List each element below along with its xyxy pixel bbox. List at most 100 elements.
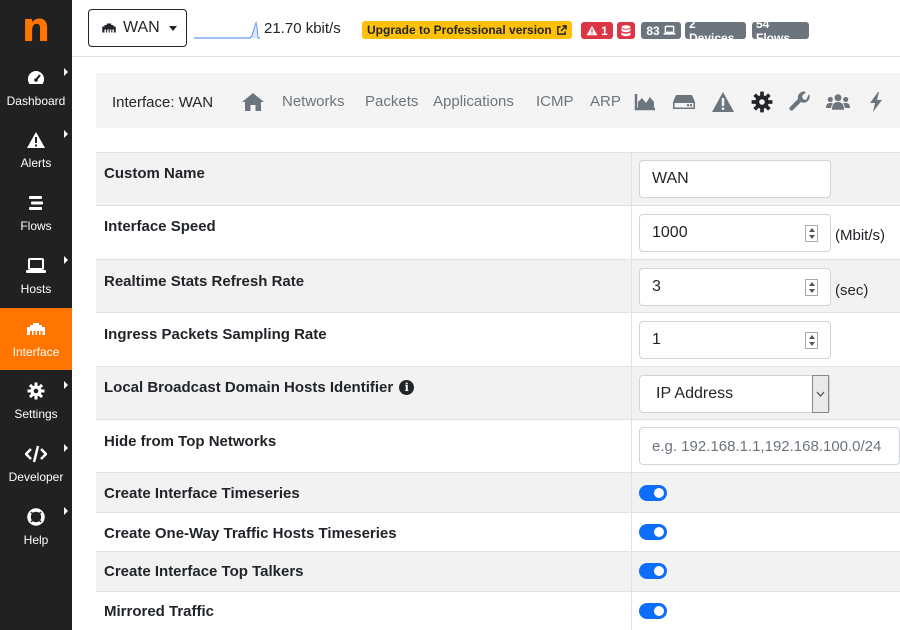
users-icon[interactable] [826, 90, 850, 114]
ethernet-icon [25, 318, 47, 340]
mirrored-traffic-toggle[interactable] [639, 603, 667, 619]
lifebuoy-icon [25, 506, 47, 528]
bolt-icon[interactable] [864, 90, 888, 114]
chevron-down-icon [812, 375, 829, 413]
external-link-icon [556, 24, 567, 36]
warning-icon [586, 25, 598, 36]
upgrade-button[interactable]: Upgrade to Professional version [362, 21, 572, 39]
home-icon[interactable] [241, 90, 265, 114]
top-bar: WAN 21.70 kbit/s Upgrade to Professional… [72, 0, 900, 57]
sidebar-item-settings[interactable]: Settings [0, 370, 72, 432]
number-spinner-icon[interactable] [805, 225, 818, 242]
sidebar-item-dashboard[interactable]: Dashboard [0, 57, 72, 119]
setting-label: Create Interface Top Talkers [104, 563, 304, 580]
wrench-icon[interactable] [788, 90, 812, 114]
chevron-down-icon [168, 25, 177, 31]
refresh-rate-input[interactable]: 3 [639, 268, 831, 306]
hide-networks-input[interactable]: e.g. 192.168.1.1,192.168.100.0/24 [639, 427, 900, 465]
setting-label: Local Broadcast Domain Hosts Identifier i [104, 379, 415, 396]
chart-area-icon[interactable] [633, 90, 657, 114]
top-talkers-toggle[interactable] [639, 563, 667, 579]
speed-unit: (Mbit/s) [835, 227, 885, 244]
sidebar-item-label: Interface [12, 345, 60, 359]
sidebar-item-alerts[interactable]: Alerts [0, 119, 72, 181]
hosts-badge[interactable]: 83 [641, 22, 681, 39]
number-spinner-icon[interactable] [805, 279, 818, 296]
setting-label: Hide from Top Networks [104, 433, 277, 450]
sidebar-item-label: Alerts [20, 156, 52, 170]
flows-badge[interactable]: 54 Flows [752, 17, 809, 45]
submenu-caret-icon [64, 68, 68, 76]
database-icon [621, 24, 631, 37]
alerts-badge[interactable]: 1 [581, 22, 613, 39]
interface-selector[interactable]: WAN [88, 9, 187, 47]
sidebar-item-interface[interactable]: Interface [0, 308, 72, 370]
tab-applications[interactable]: Applications [433, 93, 514, 110]
refresh-rate-unit: (sec) [835, 282, 869, 299]
sidebar-item-label: Developer [8, 470, 64, 484]
interface-timeseries-toggle[interactable] [639, 485, 667, 501]
gear-icon[interactable] [750, 90, 774, 114]
number-spinner-icon[interactable] [805, 332, 818, 349]
sidebar-item-label: Hosts [20, 282, 52, 296]
page-title: Interface: WAN [112, 94, 214, 111]
upgrade-label: Upgrade to Professional version [367, 23, 552, 37]
custom-name-input[interactable]: WAN [639, 160, 831, 198]
setting-row-sampling-rate: Ingress Packets Sampling Rate 1 [96, 313, 900, 367]
submenu-caret-icon [64, 507, 68, 515]
setting-row-interface-timeseries: Create Interface Timeseries [96, 473, 900, 513]
tab-networks[interactable]: Networks [282, 93, 345, 110]
setting-label: Create One-Way Traffic Hosts Timeseries [104, 525, 397, 542]
custom-name-value: WAN [652, 170, 689, 187]
sidebar-item-label: Help [23, 533, 49, 547]
setting-row-custom-name: Custom Name WAN [96, 153, 900, 206]
warning-icon [25, 129, 47, 151]
setting-label: Interface Speed [104, 218, 216, 235]
interface-settings-table: Custom Name WAN Interface Speed 1000 (Mb… [96, 152, 900, 630]
sidebar-item-help[interactable]: Help [0, 496, 72, 558]
setting-row-top-talkers: Create Interface Top Talkers [96, 552, 900, 592]
ntopng-logo[interactable]: n [0, 0, 72, 56]
setting-row-interface-speed: Interface Speed 1000 (Mbit/s) [96, 206, 900, 260]
submenu-caret-icon [64, 381, 68, 389]
flows-label: 54 Flows [756, 16, 791, 45]
alerts-count: 1 [601, 23, 608, 38]
tab-packets[interactable]: Packets [365, 93, 418, 110]
hdd-icon[interactable] [672, 90, 696, 114]
stream-icon [25, 192, 47, 214]
broadcast-identifier-select[interactable]: IP Address [639, 375, 830, 413]
setting-row-refresh-rate: Realtime Stats Refresh Rate 3 (sec) [96, 260, 900, 313]
interface-speed-value: 1000 [652, 224, 688, 241]
tab-icmp[interactable]: ICMP [536, 93, 574, 110]
setting-row-mirrored-traffic: Mirrored Traffic [96, 592, 900, 630]
setting-row-broadcast-identifier: Local Broadcast Domain Hosts Identifier i… [96, 367, 900, 420]
sidebar-item-label: Dashboard [6, 94, 66, 108]
sidebar-item-developer[interactable]: Developer [0, 433, 72, 495]
oneway-timeseries-toggle[interactable] [639, 524, 667, 540]
warning-icon[interactable] [711, 90, 735, 114]
hosts-count: 83 [646, 23, 660, 38]
gear-icon [25, 380, 47, 402]
devices-label: 2 Devices [689, 16, 735, 45]
tab-arp[interactable]: ARP [590, 93, 621, 110]
info-icon[interactable]: i [399, 380, 415, 395]
sampling-rate-value: 1 [652, 331, 661, 348]
ethernet-icon [101, 22, 117, 34]
devices-badge[interactable]: 2 Devices [685, 17, 746, 45]
code-icon [25, 443, 47, 465]
sidebar-item-label: Flows [20, 219, 52, 233]
setting-label: Create Interface Timeseries [104, 485, 300, 502]
laptop-icon [25, 255, 47, 277]
setting-label: Realtime Stats Refresh Rate [104, 273, 305, 290]
submenu-caret-icon [64, 130, 68, 138]
sidebar-item-flows[interactable]: Flows [0, 182, 72, 244]
refresh-rate-value: 3 [652, 278, 661, 295]
sampling-rate-input[interactable]: 1 [639, 321, 831, 359]
database-alert-badge[interactable] [617, 22, 635, 39]
interface-speed-input[interactable]: 1000 [639, 214, 831, 252]
sidebar-item-label: Settings [14, 407, 58, 421]
sidebar-item-hosts[interactable]: Hosts [0, 245, 72, 307]
throughput-rate: 21.70 kbit/s [264, 20, 341, 37]
broadcast-identifier-label: Local Broadcast Domain Hosts Identifier [104, 379, 394, 396]
interface-name: WAN [123, 19, 160, 36]
